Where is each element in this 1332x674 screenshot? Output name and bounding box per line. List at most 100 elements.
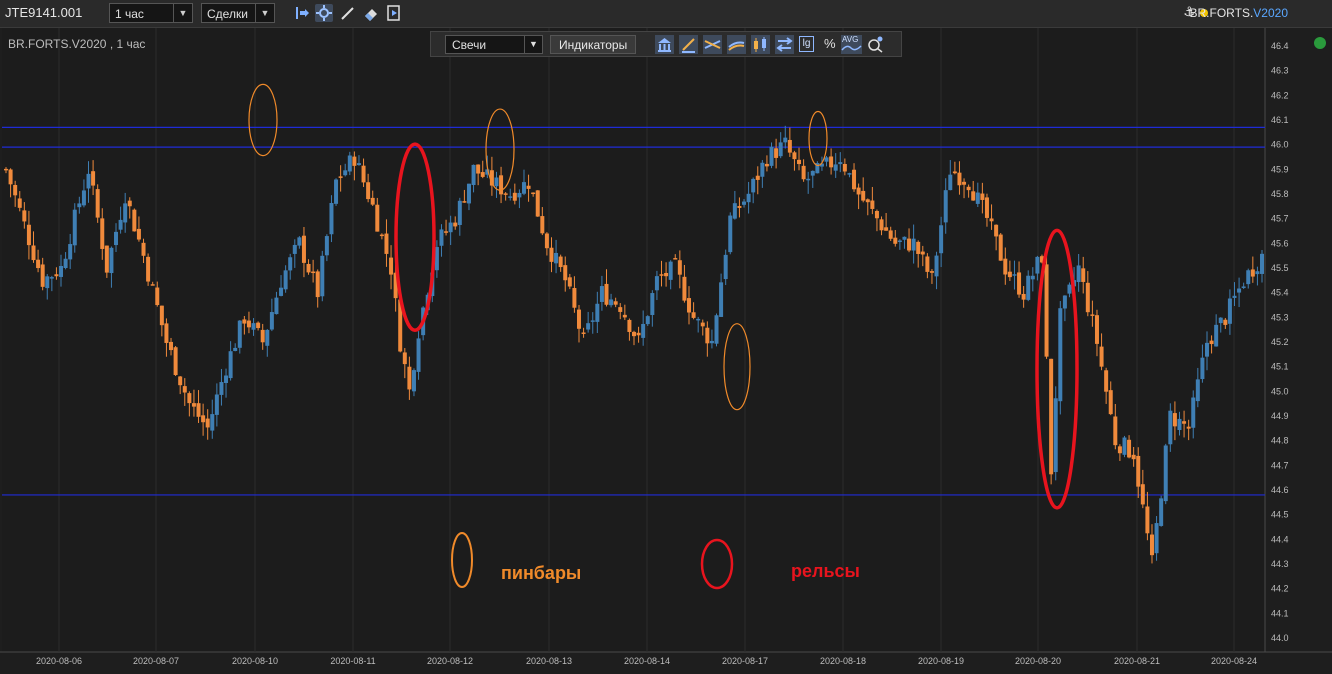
candle-up [219, 382, 224, 395]
candle-down [962, 181, 967, 185]
candle-down [352, 156, 357, 166]
candle-up [1053, 398, 1058, 473]
x-tick-label: 2020-08-06 [36, 656, 82, 666]
candle-down [1094, 315, 1099, 344]
candle-down [13, 184, 18, 196]
candle-down [801, 165, 806, 180]
candle-down [1090, 314, 1095, 316]
candle-up [847, 173, 852, 175]
candle-down [526, 185, 531, 189]
candle-down [966, 186, 971, 191]
candle-down [870, 200, 875, 209]
candle-down [1145, 506, 1150, 534]
candle-up [517, 192, 522, 198]
candle-down [888, 230, 893, 239]
candle-down [141, 242, 146, 256]
avg-icon[interactable]: AVG [841, 35, 862, 54]
candle-up [45, 276, 50, 289]
candle-up [609, 299, 614, 306]
candle-up [833, 164, 838, 171]
candle-up [1062, 295, 1067, 309]
candle-down [1108, 390, 1113, 415]
connected-status-icon [1314, 37, 1326, 49]
x-tick-label: 2020-08-18 [820, 656, 866, 666]
candle-down [132, 209, 137, 232]
y-tick-label: 45.6 [1271, 238, 1289, 248]
bank-icon[interactable] [655, 35, 674, 54]
candle-up [897, 240, 902, 243]
candle-up [1204, 342, 1209, 357]
candle-down [1223, 319, 1228, 325]
candle-up [114, 231, 119, 246]
candle-up [934, 255, 939, 277]
candle-up [769, 146, 774, 166]
candle-down [879, 219, 884, 231]
candle-down [852, 169, 857, 190]
candle-up [599, 286, 604, 302]
candle-down [1049, 358, 1054, 475]
candle-up [457, 200, 462, 225]
candle-down [40, 264, 45, 287]
candles-icon[interactable] [751, 35, 770, 54]
candle-down [338, 176, 343, 178]
candle-down [884, 227, 889, 231]
price-chart[interactable]: 2020-08-06 2020-08-07 2020-08-10 2020-08-11… [0, 0, 1332, 674]
candle-down [907, 238, 912, 251]
candle-down [499, 175, 504, 195]
multi-lines-icon[interactable] [727, 35, 746, 54]
chart-type-select[interactable]: Свечи ▼ [445, 35, 543, 54]
candle-up [714, 315, 719, 344]
log-label: lg [799, 36, 814, 52]
candle-down [8, 169, 13, 185]
candle-down [618, 307, 623, 312]
pinbar-legend-label: пинбары [501, 563, 581, 583]
candle-up [1058, 308, 1063, 402]
zoom-settings-icon[interactable] [866, 35, 885, 54]
candle-down [182, 386, 187, 393]
candle-down [36, 259, 41, 269]
candle-up [292, 244, 297, 254]
candle-down [925, 256, 930, 272]
candle-down [1021, 293, 1026, 300]
log-scale-icon[interactable]: lg [797, 35, 816, 54]
candle-up [1067, 284, 1072, 294]
candle-down [306, 263, 311, 273]
candle-up [641, 323, 646, 338]
candle-up [1159, 498, 1164, 526]
candle-down [173, 347, 178, 376]
candle-down [682, 276, 687, 301]
candle-down [994, 224, 999, 237]
candle-down [242, 319, 247, 324]
candle-down [1007, 271, 1012, 278]
candle-up [49, 277, 54, 279]
candle-down [691, 312, 696, 318]
candle-down [549, 247, 554, 262]
cross-lines-icon[interactable] [703, 35, 722, 54]
candle-up [760, 162, 765, 177]
candle-up [1035, 256, 1040, 274]
candle-down [563, 265, 568, 281]
candle-up [274, 297, 279, 315]
draw-icon[interactable] [679, 35, 698, 54]
candle-down [535, 190, 540, 217]
x-tick-label: 2020-08-12 [427, 656, 473, 666]
percent-icon[interactable]: % [821, 35, 840, 54]
candle-up [590, 320, 595, 322]
candle-down [17, 198, 22, 208]
candle-down [315, 271, 320, 298]
candle-down [659, 274, 664, 276]
candle-down [673, 258, 678, 260]
candle-down [952, 171, 957, 174]
compare-icon[interactable] [775, 35, 794, 54]
candle-down [677, 260, 682, 275]
indicators-button[interactable]: Индикаторы [550, 35, 637, 54]
x-tick-label: 2020-08-07 [133, 656, 179, 666]
candle-down [1099, 346, 1104, 367]
candle-up [123, 203, 128, 223]
candle-down [1044, 264, 1049, 357]
y-tick-label: 45.4 [1271, 288, 1289, 298]
candle-down [613, 301, 618, 305]
candle-up [1214, 324, 1219, 347]
candle-down [865, 199, 870, 203]
candle-down [150, 284, 155, 286]
